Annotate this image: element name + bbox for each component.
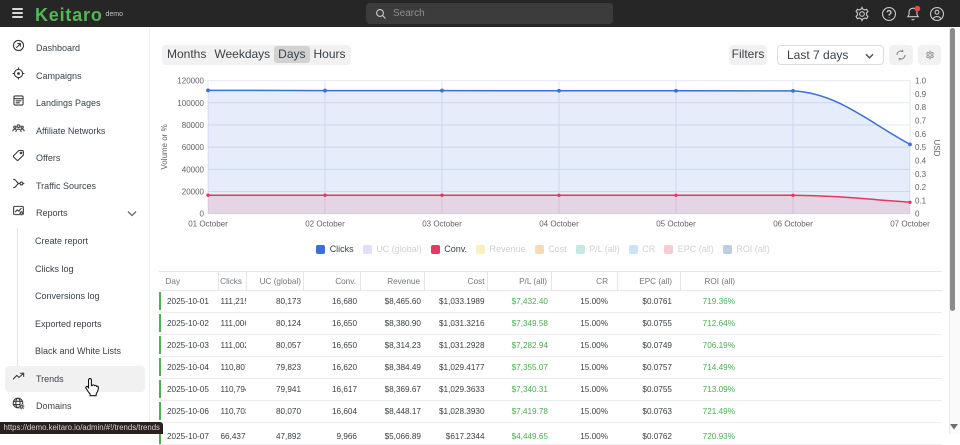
svg-text:0: 0 — [200, 210, 205, 219]
svg-text:06 October: 06 October — [773, 220, 813, 229]
svg-text:0.8: 0.8 — [915, 103, 927, 112]
svg-text:Volume or %: Volume or % — [160, 124, 169, 169]
svg-text:0.2: 0.2 — [915, 183, 927, 192]
svg-text:0.7: 0.7 — [915, 117, 927, 126]
svg-text:04 October: 04 October — [539, 220, 579, 229]
svg-text:60000: 60000 — [182, 143, 205, 152]
svg-text:1.0: 1.0 — [915, 77, 927, 86]
svg-text:02 October: 02 October — [305, 220, 345, 229]
svg-text:07 October: 07 October — [890, 220, 930, 229]
svg-text:0.9: 0.9 — [915, 90, 927, 99]
svg-text:0.6: 0.6 — [915, 130, 927, 139]
svg-text:20000: 20000 — [182, 188, 205, 197]
svg-text:0.5: 0.5 — [915, 143, 927, 152]
svg-text:80000: 80000 — [182, 121, 205, 130]
svg-text:05 October: 05 October — [656, 220, 696, 229]
svg-text:0.3: 0.3 — [915, 170, 927, 179]
svg-text:01 October: 01 October — [188, 220, 228, 229]
svg-text:100000: 100000 — [177, 99, 204, 108]
svg-text:120000: 120000 — [177, 77, 204, 86]
svg-text:0: 0 — [915, 210, 920, 219]
svg-text:0.1: 0.1 — [915, 196, 927, 205]
svg-text:USD: USD — [932, 140, 941, 157]
svg-text:03 October: 03 October — [422, 220, 462, 229]
svg-text:40000: 40000 — [182, 165, 205, 174]
svg-text:0.4: 0.4 — [915, 156, 927, 165]
